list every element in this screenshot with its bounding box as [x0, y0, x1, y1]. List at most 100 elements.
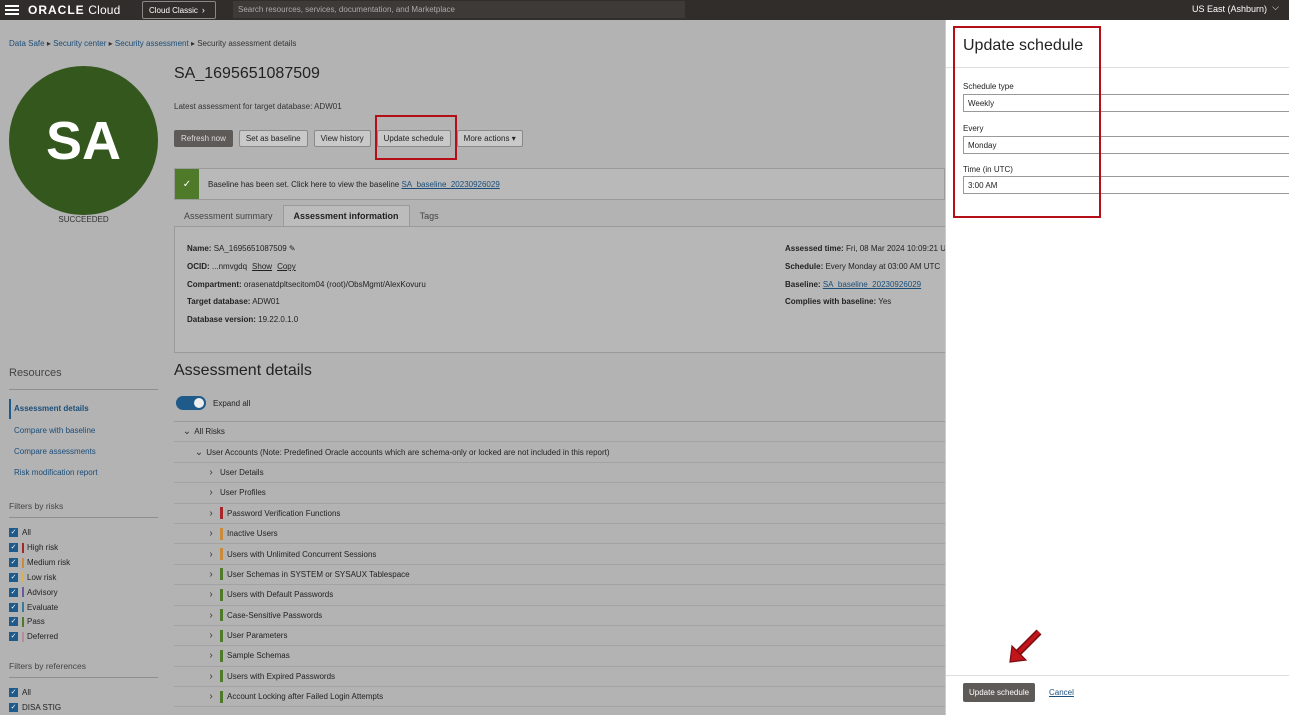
- chevron-right-icon: ›: [209, 609, 213, 621]
- tree-row-user-accounts[interactable]: ⌄ User Accounts (Note: Predefined Oracle…: [174, 442, 945, 463]
- chevron-down-icon: ⌵: [1272, 2, 1279, 12]
- tree-row-label: Sample Schemas: [227, 651, 290, 661]
- tree-row[interactable]: › User Details: [174, 463, 945, 484]
- red-arrow-icon: [1009, 629, 1042, 663]
- refresh-now-button[interactable]: Refresh now: [174, 130, 233, 147]
- sidebar-item-compare-with-baseline[interactable]: Compare with baseline: [14, 426, 95, 435]
- tree-row[interactable]: › User Profiles: [174, 483, 945, 504]
- filters-by-risks-heading: Filters by risks: [9, 501, 64, 511]
- sidebar-item-risk-modification-report[interactable]: Risk modification report: [14, 468, 98, 477]
- resources-heading: Resources: [9, 367, 62, 379]
- expand-all-toggle[interactable]: [176, 396, 206, 410]
- breadcrumb-security-center[interactable]: Security center: [53, 39, 106, 48]
- tab-assessment-information[interactable]: Assessment information: [282, 205, 410, 226]
- cancel-link[interactable]: Cancel: [1049, 688, 1074, 697]
- tree-row-label: User Schemas in SYSTEM or SYSAUX Tablesp…: [227, 569, 410, 579]
- divider: [9, 677, 158, 678]
- info-name: Name: SA_1695651087509 ✎: [187, 244, 296, 253]
- tree-row[interactable]: › Sample Schemas: [174, 646, 945, 667]
- risk-filter-label: Low risk: [27, 572, 57, 582]
- risk-filter-item[interactable]: ✓ Pass: [9, 616, 45, 627]
- update-schedule-drawer: Update schedule Schedule type Weekly Eve…: [945, 20, 1289, 715]
- breadcrumb-separator: ▸: [190, 39, 195, 48]
- sidebar-item-compare-assessments[interactable]: Compare assessments: [14, 447, 96, 456]
- caret-down-icon: ▾: [511, 134, 516, 143]
- tree-row[interactable]: › User Schemas in SYSTEM or SYSAUX Tables…: [174, 565, 945, 586]
- checkbox-checked-icon: ✓: [9, 572, 18, 582]
- tree-row[interactable]: › Users with Default Passwords: [174, 585, 945, 606]
- tree-row[interactable]: › User Parameters: [174, 626, 945, 647]
- filters-by-references-heading: Filters by references: [9, 661, 86, 671]
- risk-color-indicator: [22, 557, 24, 568]
- cloud-classic-button[interactable]: Cloud Classic ›: [142, 1, 216, 19]
- chevron-down-icon: ⌄: [194, 446, 204, 458]
- tree-row-label: Account Locking after Failed Login Attem…: [227, 692, 384, 702]
- expand-all-label: Expand all: [213, 399, 251, 408]
- assessment-avatar: SA: [9, 66, 158, 215]
- risk-level-indicator: [220, 690, 223, 703]
- tab-tags[interactable]: Tags: [410, 205, 449, 226]
- tab-assessment-summary[interactable]: Assessment summary: [174, 205, 283, 226]
- ocid-show-link[interactable]: Show: [252, 262, 272, 271]
- risk-color-indicator: [22, 631, 24, 642]
- update-schedule-submit-button[interactable]: Update schedule: [963, 683, 1036, 702]
- chevron-right-icon: ›: [209, 589, 213, 601]
- tree-row[interactable]: › Account Locking after Failed Login Atte…: [174, 687, 945, 708]
- tree-row[interactable]: › Inactive Users: [174, 524, 945, 545]
- oracle-cloud-logo[interactable]: ORACLE Cloud: [28, 3, 121, 17]
- ref-filter-disa-stig[interactable]: ✓ DISA STIG: [9, 703, 61, 712]
- breadcrumb-security-assessment[interactable]: Security assessment: [115, 39, 189, 48]
- main-content: Data Safe ▸ Security center ▸ Security a…: [0, 20, 945, 715]
- risk-level-indicator: [220, 609, 223, 622]
- pencil-icon[interactable]: ✎: [289, 244, 296, 253]
- risk-filter-item[interactable]: ✓ Advisory: [9, 587, 58, 598]
- set-as-baseline-button[interactable]: Set as baseline: [238, 130, 308, 147]
- risk-level-indicator: [220, 568, 223, 581]
- tree-row[interactable]: › Users with Expired Passwords: [174, 667, 945, 688]
- risk-filter-label: Pass: [27, 617, 45, 627]
- tree-row[interactable]: › Password Verification Functions: [174, 504, 945, 524]
- risk-filter-item[interactable]: ✓ Evaluate: [9, 602, 58, 612]
- risk-filter-item[interactable]: ✓ Deferred: [9, 631, 59, 642]
- info-ocid: OCID: ...nmvgdq Show Copy: [187, 262, 296, 271]
- info-schedule: Schedule: Every Monday at 03:00 AM UTC: [785, 262, 941, 271]
- info-database-version: Database version: 19.22.0.1.0: [187, 315, 299, 324]
- risk-filter-label: Deferred: [27, 632, 59, 642]
- hamburger-menu-icon[interactable]: [5, 5, 19, 15]
- tree-row[interactable]: › Case-Sensitive Passwords: [174, 606, 945, 626]
- baseline-banner[interactable]: ✓ Baseline has been set. Click here to v…: [174, 168, 945, 200]
- baseline-link[interactable]: SA_baseline_20230926029: [401, 180, 499, 189]
- risk-level-indicator: [220, 527, 223, 540]
- risk-filter-item[interactable]: ✓ All: [9, 528, 31, 537]
- checkbox-checked-icon: ✓: [9, 703, 18, 712]
- ref-filter-all[interactable]: ✓ All: [9, 688, 31, 697]
- tree-row[interactable]: › Users with Unlimited Concurrent Session…: [174, 544, 945, 565]
- risk-filter-item[interactable]: ✓ Medium risk: [9, 557, 70, 568]
- tree-row-label: Users with Expired Passwords: [227, 671, 336, 681]
- search-input[interactable]: Search resources, services, documentatio…: [233, 1, 685, 18]
- risk-level-indicator: [220, 670, 223, 683]
- checkbox-checked-icon: ✓: [9, 587, 18, 597]
- check-circle-icon: ✓: [175, 169, 199, 199]
- risk-filter-item[interactable]: ✓ Low risk: [9, 572, 57, 583]
- breadcrumb-data-safe[interactable]: Data Safe: [9, 39, 45, 48]
- ocid-copy-link[interactable]: Copy: [277, 262, 296, 271]
- checkbox-checked-icon: ✓: [9, 558, 18, 568]
- divider: [946, 675, 1289, 676]
- region-selector[interactable]: US East (Ashburn) ⌵: [1192, 2, 1279, 14]
- tree-row-label: Password Verification Functions: [227, 508, 341, 518]
- chevron-right-icon: ›: [209, 568, 213, 580]
- tree-row-label: User Details: [220, 467, 264, 477]
- view-history-button[interactable]: View history: [313, 130, 371, 147]
- risk-color-indicator: [22, 616, 24, 627]
- risk-level-indicator: [220, 629, 223, 642]
- tree-row-all-risks[interactable]: ⌄ All Risks: [174, 422, 945, 443]
- status-label: SUCCEEDED: [58, 215, 109, 224]
- divider: [9, 517, 158, 518]
- risk-color-indicator: [22, 602, 24, 612]
- risk-filter-item[interactable]: ✓ High risk: [9, 542, 58, 553]
- sidebar-item-assessment-details[interactable]: Assessment details: [14, 404, 89, 413]
- info-baseline-link[interactable]: SA_baseline_20230926029: [823, 280, 921, 289]
- info-baseline: Baseline: SA_baseline_20230926029: [785, 280, 922, 289]
- more-actions-button[interactable]: More actions ▾: [456, 130, 523, 147]
